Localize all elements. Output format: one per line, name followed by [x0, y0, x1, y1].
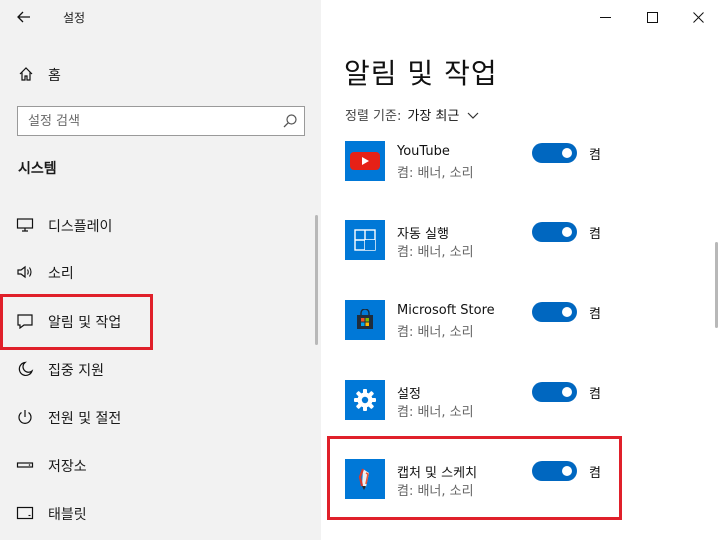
home-label: 홈 — [48, 68, 61, 84]
app-tile — [345, 220, 385, 260]
close-button[interactable] — [678, 4, 718, 30]
app-name: Microsoft Store — [397, 303, 495, 318]
toggle-knob — [562, 387, 572, 397]
section-title: 시스템 — [18, 161, 57, 177]
main-panel: 알림 및 작업 정렬 기준: 가장 최근 YouTube 켬: 배너, 소리 켬… — [321, 0, 723, 540]
sidebar-item-notifications[interactable]: 알림 및 작업 — [0, 301, 321, 341]
youtube-icon — [350, 152, 380, 170]
app-row-autoplay[interactable]: 자동 실행 켬: 배너, 소리 켬 — [321, 220, 723, 280]
tablet-icon — [16, 506, 34, 520]
moon-icon — [18, 361, 34, 377]
sidebar-item-label: 소리 — [48, 266, 74, 282]
power-icon — [18, 410, 32, 424]
toggle-label: 켬 — [589, 466, 601, 481]
toggle-knob — [562, 227, 572, 237]
maximize-icon — [646, 11, 658, 23]
sidebar-item-label: 전원 및 절전 — [48, 411, 122, 427]
app-name: YouTube — [397, 144, 450, 159]
sort-label: 정렬 기준: — [345, 109, 402, 124]
app-status: 켬: 배너, 소리 — [397, 166, 474, 181]
sidebar-item-tablet[interactable]: 태블릿 — [0, 493, 321, 533]
toggle-label: 켬 — [589, 227, 601, 242]
sort-value: 가장 최근 — [407, 109, 460, 124]
sidebar-item-label: 저장소 — [48, 459, 87, 475]
sidebar: 설정 홈 시스템 디스플레이 소리 알림 및 작업 집중 지원 전원 및 절전 … — [0, 0, 321, 540]
sidebar-item-storage[interactable]: 저장소 — [0, 445, 321, 485]
title-bar: 설정 — [0, 0, 321, 36]
app-row-settings[interactable]: 설정 켬: 배너, 소리 켬 — [321, 380, 723, 440]
store-icon — [357, 309, 373, 329]
app-status: 켬: 배너, 소리 — [397, 405, 474, 420]
notification-toggle[interactable] — [532, 302, 577, 322]
app-row-youtube[interactable]: YouTube 켬: 배너, 소리 켬 — [321, 141, 723, 201]
sidebar-item-label: 디스플레이 — [48, 219, 113, 235]
app-name: 설정 — [397, 387, 421, 402]
sidebar-item-focus-assist[interactable]: 집중 지원 — [0, 349, 321, 389]
autoplay-icon — [354, 229, 376, 251]
minimize-button[interactable] — [585, 4, 625, 30]
speaker-icon — [17, 265, 32, 279]
app-tile — [345, 380, 385, 420]
close-icon — [692, 11, 704, 23]
app-name: 캡처 및 스케치 — [397, 466, 478, 481]
chevron-down-icon — [467, 112, 479, 119]
sort-dropdown[interactable]: 정렬 기준: 가장 최근 — [345, 105, 479, 124]
sidebar-item-label: 집중 지원 — [48, 363, 104, 379]
toggle-knob — [562, 466, 572, 476]
notification-icon — [17, 314, 33, 329]
app-status: 켬: 배너, 소리 — [397, 325, 474, 340]
notification-toggle[interactable] — [532, 382, 577, 402]
notification-toggle[interactable] — [532, 461, 577, 481]
sidebar-item-label: 알림 및 작업 — [48, 315, 122, 331]
home-icon — [19, 67, 33, 81]
snip-sketch-icon — [358, 468, 369, 490]
app-row-snip-sketch[interactable]: 캡처 및 스케치 켬: 배너, 소리 켬 — [321, 459, 723, 519]
sidebar-item-power[interactable]: 전원 및 절전 — [0, 397, 321, 437]
notification-toggle[interactable] — [532, 143, 577, 163]
back-button[interactable] — [10, 4, 38, 30]
app-tile — [345, 300, 385, 340]
toggle-label: 켬 — [589, 387, 601, 402]
settings-gear-icon — [354, 389, 376, 411]
toggle-label: 켬 — [589, 148, 601, 163]
home-nav-item[interactable]: 홈 — [0, 58, 321, 90]
toggle-knob — [562, 307, 572, 317]
page-title: 알림 및 작업 — [344, 57, 498, 90]
search-icon[interactable] — [282, 113, 298, 129]
notification-toggle[interactable] — [532, 222, 577, 242]
sidebar-scrollbar[interactable] — [315, 215, 318, 345]
storage-icon — [16, 462, 34, 468]
sidebar-item-display[interactable]: 디스플레이 — [0, 205, 321, 245]
toggle-knob — [562, 148, 572, 158]
sidebar-item-sound[interactable]: 소리 — [0, 252, 321, 292]
app-tile — [345, 459, 385, 499]
search-input[interactable] — [28, 112, 278, 130]
app-tile — [345, 141, 385, 181]
app-name: 자동 실행 — [397, 227, 449, 242]
window-title: 설정 — [63, 11, 86, 25]
monitor-icon — [16, 218, 34, 232]
app-row-microsoft-store[interactable]: Microsoft Store 켬: 배너, 소리 켬 — [321, 300, 723, 360]
app-status: 켬: 배너, 소리 — [397, 484, 474, 499]
main-scrollbar[interactable] — [715, 242, 718, 328]
minimize-icon — [599, 16, 611, 18]
maximize-button[interactable] — [632, 4, 672, 30]
app-status: 켬: 배너, 소리 — [397, 245, 474, 260]
toggle-label: 켬 — [589, 307, 601, 322]
sidebar-item-label: 태블릿 — [48, 507, 87, 523]
search-box[interactable] — [17, 106, 305, 136]
back-arrow-icon — [17, 11, 30, 23]
